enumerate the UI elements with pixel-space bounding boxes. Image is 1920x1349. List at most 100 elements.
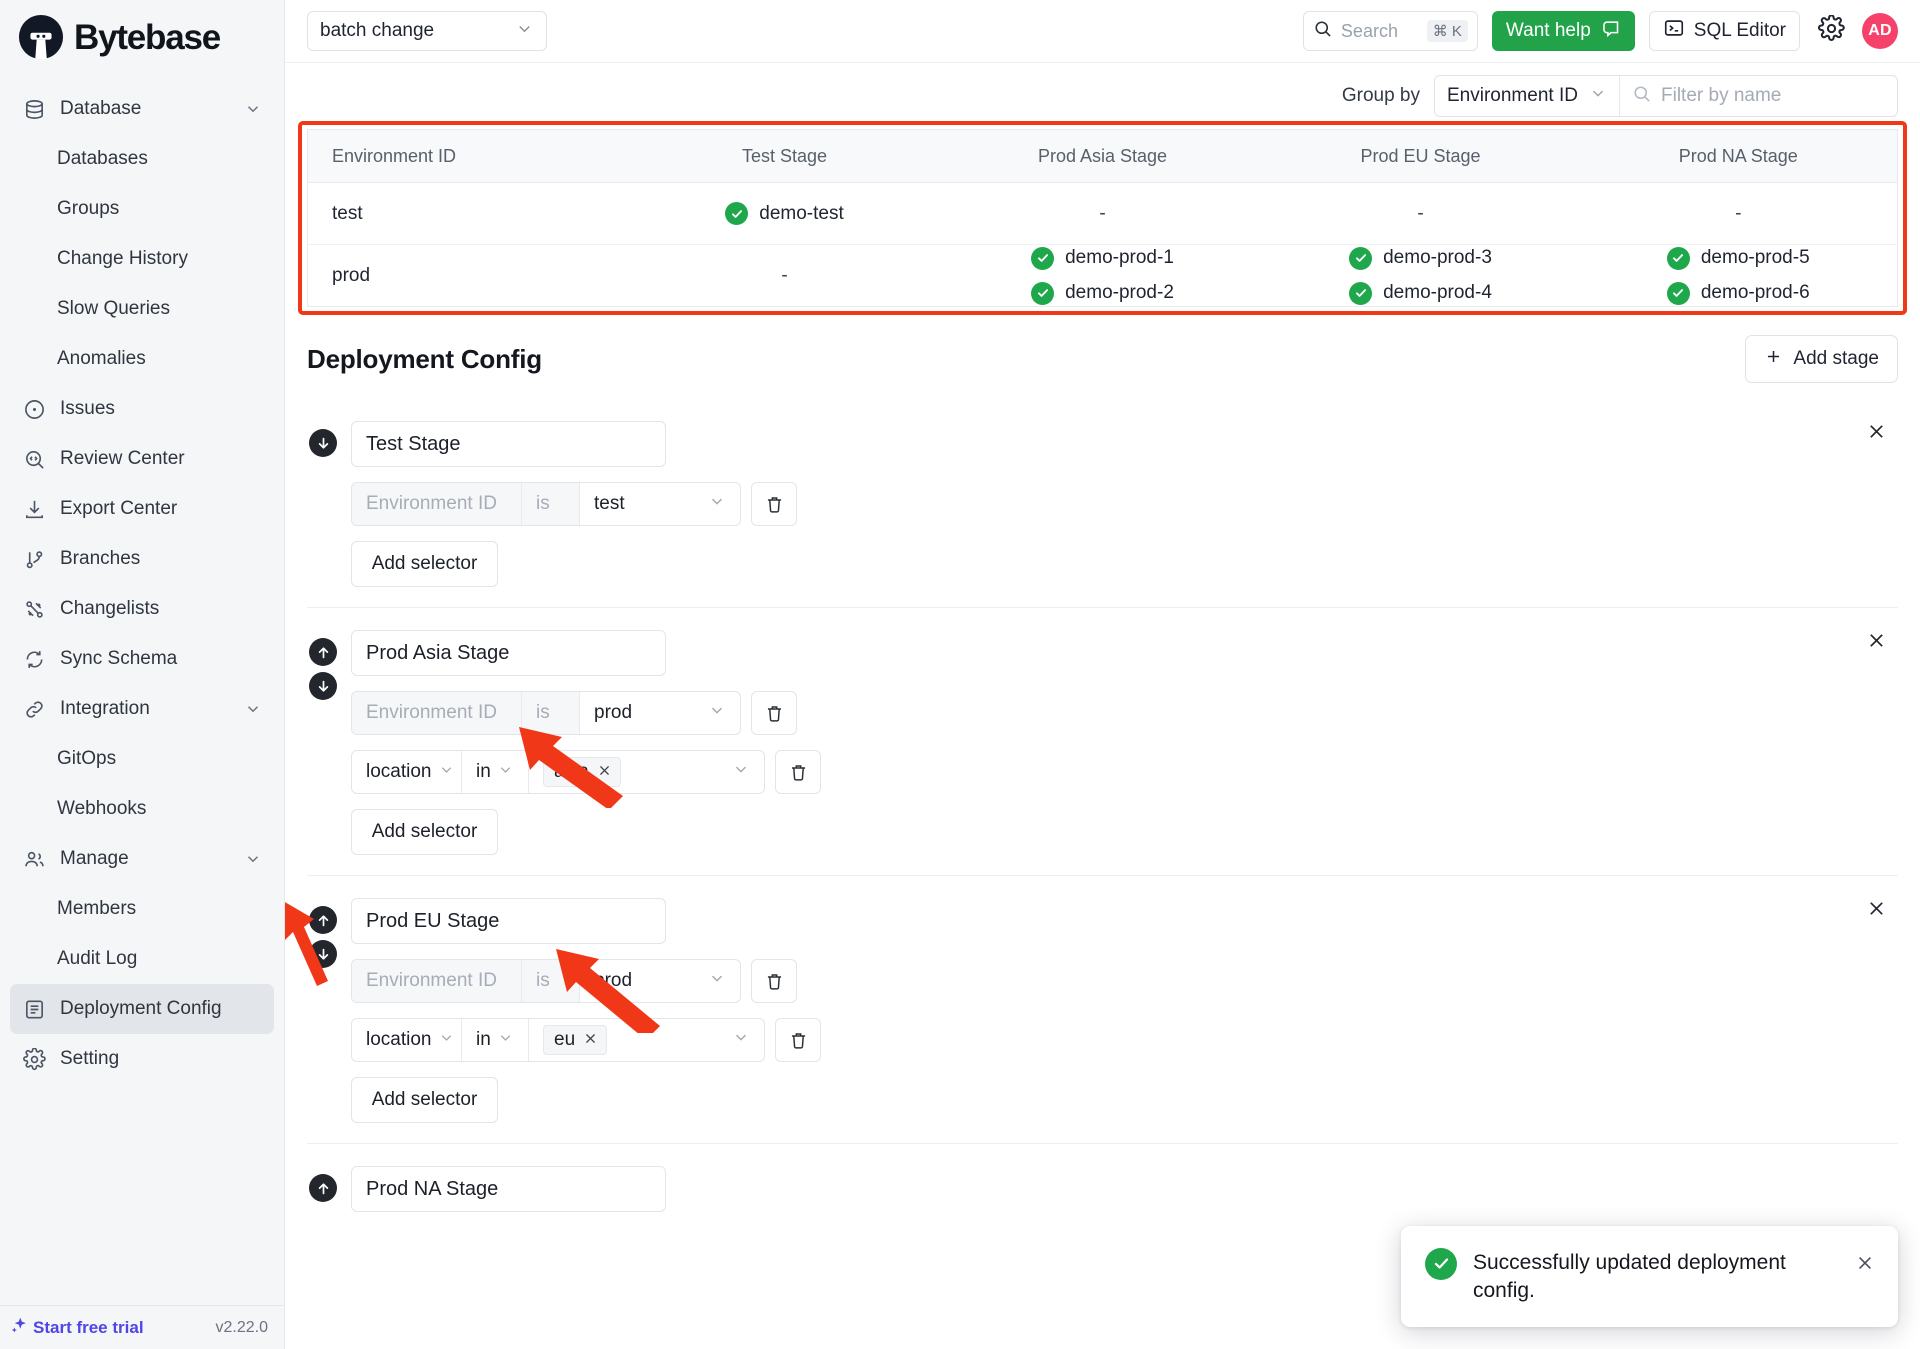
sidebar-item-database[interactable]: Database bbox=[10, 84, 274, 134]
add-selector-button[interactable]: Add selector bbox=[351, 1077, 498, 1123]
sidebar-item-issues[interactable]: Issues bbox=[10, 384, 274, 434]
bytebase-logo-icon bbox=[18, 14, 64, 60]
sidebar-item-label: Issues bbox=[60, 398, 262, 420]
avatar[interactable]: AD bbox=[1862, 13, 1898, 49]
add-stage-button[interactable]: Add stage bbox=[1745, 335, 1898, 383]
sidebar-item-databases[interactable]: Databases bbox=[10, 134, 274, 184]
settings-gear-button[interactable] bbox=[1814, 14, 1848, 48]
brand-logo[interactable]: Bytebase bbox=[0, 0, 284, 78]
sidebar-item-sync-schema[interactable]: Sync Schema bbox=[10, 634, 274, 684]
stage-name-input[interactable]: Prod EU Stage bbox=[351, 898, 666, 944]
stage-move-controls bbox=[307, 1166, 339, 1212]
sidebar-item-integration[interactable]: Integration bbox=[10, 684, 274, 734]
remove-chip-icon[interactable] bbox=[583, 1031, 598, 1049]
database-name: demo-test bbox=[759, 203, 843, 225]
add-selector-label: Add selector bbox=[372, 821, 478, 843]
chat-bubble-icon bbox=[1600, 18, 1621, 45]
selector-operator-select[interactable]: in bbox=[462, 751, 529, 793]
move-stage-down-button[interactable] bbox=[309, 940, 337, 968]
remove-chip-icon[interactable] bbox=[597, 763, 612, 781]
stage-list: Test Stage Environment ID is test bbox=[307, 399, 1898, 1232]
selector-key: location bbox=[366, 761, 432, 783]
remove-stage-button[interactable] bbox=[1862, 626, 1890, 654]
project-select[interactable]: batch change bbox=[307, 11, 547, 51]
stage-name-value: Prod NA Stage bbox=[366, 1178, 498, 1201]
want-help-button[interactable]: Want help bbox=[1492, 11, 1635, 51]
sql-editor-button[interactable]: SQL Editor bbox=[1649, 11, 1800, 51]
success-check-icon bbox=[1425, 1248, 1457, 1280]
group-by-value: Environment ID bbox=[1447, 85, 1578, 107]
database-name: demo-prod-1 bbox=[1065, 247, 1174, 269]
chevron-down-icon bbox=[732, 1028, 750, 1052]
chevron-down-icon bbox=[244, 850, 262, 868]
sidebar-item-label: Setting bbox=[60, 1048, 262, 1070]
delete-selector-button[interactable] bbox=[751, 959, 797, 1003]
move-stage-down-button[interactable] bbox=[309, 672, 337, 700]
changelists-icon bbox=[22, 597, 46, 621]
stage-name-input[interactable]: Prod NA Stage bbox=[351, 1166, 666, 1212]
move-stage-up-button[interactable] bbox=[309, 1174, 337, 1202]
move-stage-down-button[interactable] bbox=[309, 429, 337, 457]
sidebar-item-anomalies[interactable]: Anomalies bbox=[10, 334, 274, 384]
sidebar-item-members[interactable]: Members bbox=[10, 884, 274, 934]
manage-icon bbox=[22, 847, 46, 871]
row-cell-prod-asia-stage: demo-prod-1 demo-prod-2 bbox=[944, 245, 1262, 307]
deployment-config-icon bbox=[22, 997, 46, 1021]
delete-selector-button[interactable] bbox=[775, 750, 821, 794]
sidebar-item-webhooks[interactable]: Webhooks bbox=[10, 784, 274, 834]
sidebar-item-deployment-config[interactable]: Deployment Config bbox=[10, 984, 274, 1034]
gear-icon bbox=[1818, 15, 1845, 47]
search-input[interactable]: Search ⌘ K bbox=[1303, 11, 1478, 51]
sidebar-item-branches[interactable]: Branches bbox=[10, 534, 274, 584]
filter-by-name-input[interactable]: Filter by name bbox=[1620, 76, 1897, 116]
move-stage-up-button[interactable] bbox=[309, 906, 337, 934]
project-select-value: batch change bbox=[320, 20, 434, 42]
remove-stage-button[interactable] bbox=[1862, 894, 1890, 922]
review-center-icon bbox=[22, 447, 46, 471]
stage-name-input[interactable]: Test Stage bbox=[351, 421, 666, 467]
cell-items: demo-prod-1 demo-prod-2 bbox=[944, 247, 1262, 305]
remove-stage-button[interactable] bbox=[1862, 417, 1890, 445]
environment-stage-matrix: Environment ID Test Stage Prod Asia Stag… bbox=[307, 129, 1898, 307]
sidebar-item-export-center[interactable]: Export Center bbox=[10, 484, 274, 534]
selector-key-select[interactable]: location bbox=[352, 1019, 462, 1061]
selector-values-multiselect[interactable]: asia bbox=[529, 751, 764, 793]
selector-operator: is bbox=[522, 483, 580, 525]
sidebar-item-label: Manage bbox=[60, 848, 230, 870]
sidebar-item-changelists[interactable]: Changelists bbox=[10, 584, 274, 634]
sidebar-item-slow-queries[interactable]: Slow Queries bbox=[10, 284, 274, 334]
sidebar-item-audit-log[interactable]: Audit Log bbox=[10, 934, 274, 984]
stage-name-input[interactable]: Prod Asia Stage bbox=[351, 630, 666, 676]
selector-operator-select[interactable]: in bbox=[462, 1019, 529, 1061]
avatar-initials: AD bbox=[1868, 22, 1892, 40]
app-root: Bytebase Database Databases Groups Chang… bbox=[0, 0, 1920, 1349]
selector-operator: in bbox=[476, 1029, 491, 1051]
sidebar-item-label: Groups bbox=[57, 198, 262, 220]
sidebar-item-gitops[interactable]: GitOps bbox=[10, 734, 274, 784]
delete-selector-button[interactable] bbox=[751, 691, 797, 735]
delete-selector-button[interactable] bbox=[751, 482, 797, 526]
column-header-prod-asia-stage: Prod Asia Stage bbox=[944, 130, 1262, 183]
database-name: demo-prod-4 bbox=[1383, 282, 1492, 304]
sidebar-item-manage[interactable]: Manage bbox=[10, 834, 274, 884]
selector-value-select[interactable]: test bbox=[580, 483, 740, 525]
selector-values-multiselect[interactable]: eu bbox=[529, 1019, 764, 1061]
selector-key-select[interactable]: location bbox=[352, 751, 462, 793]
start-free-trial-button[interactable]: Start free trial bbox=[10, 1316, 144, 1340]
sidebar-item-change-history[interactable]: Change History bbox=[10, 234, 274, 284]
chevron-down-icon bbox=[438, 1029, 455, 1052]
empty-marker: - bbox=[781, 265, 787, 286]
selector-value-select[interactable]: prod bbox=[580, 960, 740, 1002]
page-title: Deployment Config bbox=[307, 344, 542, 375]
sidebar-item-setting[interactable]: Setting bbox=[10, 1034, 274, 1084]
group-by-select[interactable]: Environment ID bbox=[1435, 76, 1620, 116]
move-stage-up-button[interactable] bbox=[309, 638, 337, 666]
add-selector-button[interactable]: Add selector bbox=[351, 541, 498, 587]
selector-value-select[interactable]: prod bbox=[580, 692, 740, 734]
delete-selector-button[interactable] bbox=[775, 1018, 821, 1062]
add-selector-button[interactable]: Add selector bbox=[351, 809, 498, 855]
close-icon[interactable] bbox=[1852, 1250, 1878, 1276]
selector-location: location in bbox=[351, 1018, 765, 1062]
sidebar-item-groups[interactable]: Groups bbox=[10, 184, 274, 234]
sidebar-item-review-center[interactable]: Review Center bbox=[10, 434, 274, 484]
